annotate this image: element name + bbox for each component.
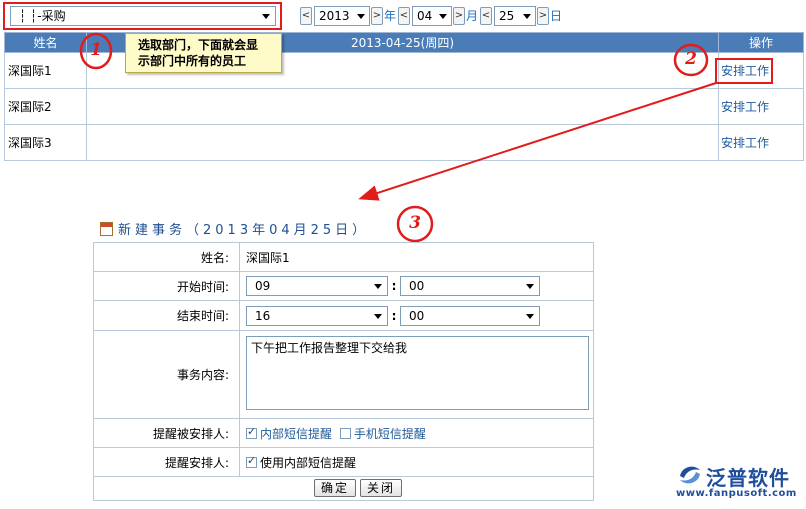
end-time-cell: 16:00 [239,300,594,331]
content-cell: 下午把工作报告整理下交给我 [239,330,594,419]
end-minute-value: 00 [409,308,425,323]
brand-name: 泛普软件 [706,466,790,490]
start-minute-value: 00 [409,279,425,293]
start-minute-select[interactable]: 00 [400,276,540,296]
remind-assignee-label: 提醒被安排人: [93,418,240,448]
form-row-name: 姓名: 深国际1 [93,242,594,272]
time-separator: : [391,308,397,323]
name-label: 姓名: [93,242,240,272]
start-time-cell: 09:00 [239,271,594,301]
remind-assigner-label: 提醒安排人: [93,447,240,477]
chevron-down-icon [526,313,534,319]
start-hour-value: 09 [255,279,271,293]
form-row-start: 开始时间: 09:00 [93,271,594,301]
end-time-label: 结束时间: [93,300,240,331]
end-hour-select[interactable]: 16 [246,305,388,326]
close-button[interactable]: 关闭 [360,479,402,497]
time-separator: : [391,279,397,293]
fanpu-logo-icon [680,466,700,484]
chevron-down-icon [374,313,382,319]
use-internal-sms-label[interactable]: 使用内部短信提醒 [260,456,356,470]
confirm-button[interactable]: 确定 [314,479,356,497]
form-row-content: 事务内容: 下午把工作报告整理下交给我 [93,330,594,419]
calendar-icon [100,222,113,236]
step-1-number: 1 [90,40,102,60]
end-hour-value: 16 [255,308,271,323]
arrow-icon [358,82,717,201]
content-label: 事务内容: [93,330,240,419]
form-row-buttons: 确定 关闭 [93,476,594,501]
form-row-end: 结束时间: 16:00 [93,300,594,331]
chevron-down-icon [526,284,534,289]
mobile-sms-checkbox[interactable] [339,427,351,439]
start-hour-select[interactable]: 09 [246,276,388,296]
content-textarea[interactable]: 下午把工作报告整理下交给我 [246,336,589,410]
form-row-remind-assignee: 提醒被安排人: 内部短信提醒 手机短信提醒 [93,418,594,448]
remind-assigner-cell: 使用内部短信提醒 [239,447,594,477]
form-title-text: 新建事务（2013年04月25日） [118,223,370,238]
start-time-label: 开始时间: [93,271,240,301]
brand-url: www.fanpusoft.com [676,488,797,499]
step-3-number: 3 [409,213,421,233]
chevron-down-icon [374,284,382,289]
end-minute-select[interactable]: 00 [400,305,540,326]
use-internal-sms-checkbox[interactable] [246,454,257,468]
form-row-remind-assigner: 提醒安排人: 使用内部短信提醒 [93,447,594,477]
form-button-cell: 确定 关闭 [93,476,594,501]
internal-sms-label[interactable]: 内部短信提醒 [260,427,332,441]
step-2-number: 2 [685,49,697,69]
form-title: 新建事务（2013年04月25日） [100,222,369,239]
remind-assignee-cell: 内部短信提醒 手机短信提醒 [239,418,594,448]
name-value: 深国际1 [239,242,594,272]
mobile-sms-label[interactable]: 手机短信提醒 [354,427,426,441]
new-event-form: 姓名: 深国际1 开始时间: 09:00 结束时间: 16:00 事务内容: 下… [93,242,594,501]
internal-sms-checkbox[interactable] [246,425,257,439]
